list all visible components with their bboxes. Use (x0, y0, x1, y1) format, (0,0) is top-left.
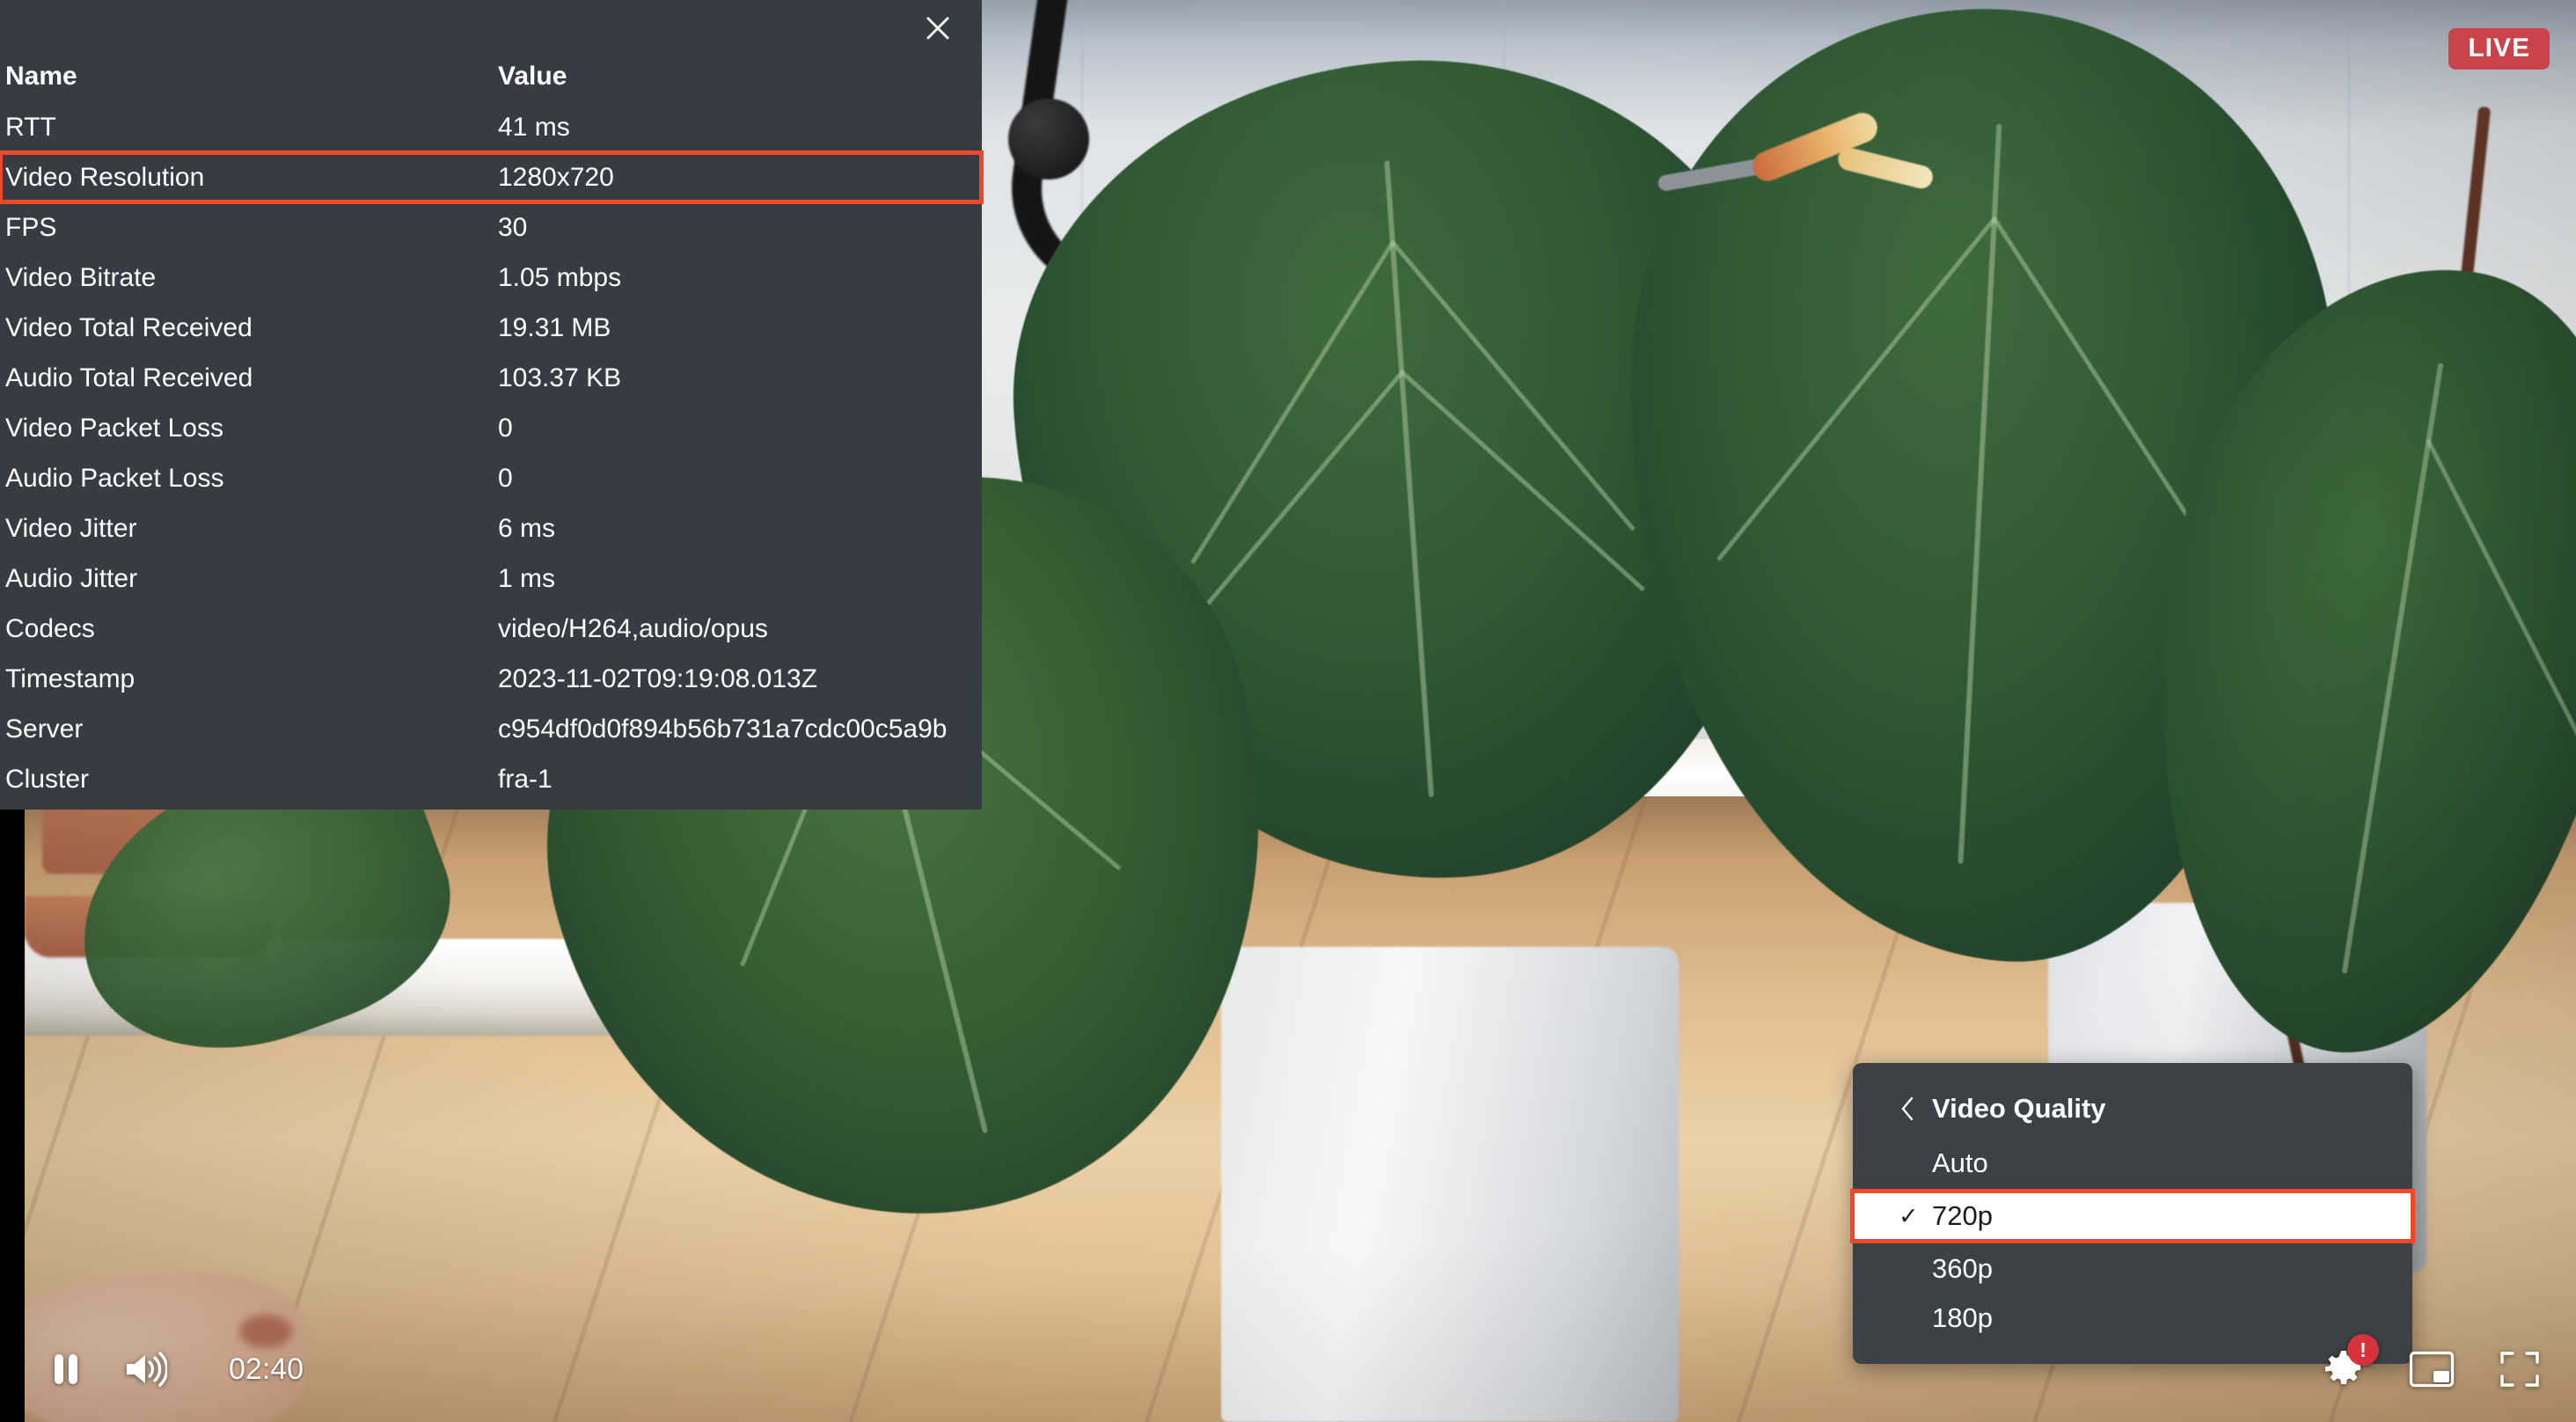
player-control-bar: 02:40 ! (0, 1316, 2576, 1422)
picture-in-picture-icon[interactable] (2409, 1351, 2455, 1388)
stat-value: 0 (498, 464, 513, 493)
stats-overlay-panel: Name Value RTT 41 ms Video Resolution 1280x… (0, 0, 984, 810)
stat-value: fra-1 (498, 765, 553, 794)
stat-value: 6 ms (498, 514, 556, 543)
control-bar-right: ! (2323, 1334, 2541, 1390)
gear-icon[interactable]: ! (2323, 1334, 2379, 1390)
stat-name: Video Bitrate (5, 263, 157, 292)
table-row: Video Jitter 6 ms (0, 503, 982, 553)
pause-icon[interactable] (51, 1352, 81, 1387)
stat-name: Server (5, 715, 84, 744)
stat-value: 1280x720 (498, 163, 614, 192)
stat-name: Audio Jitter (5, 564, 138, 593)
live-badge: LIVE (2448, 28, 2550, 70)
stat-name: RTT (5, 113, 56, 142)
quality-option-label: Auto (1932, 1147, 1988, 1178)
quality-menu-header[interactable]: Video Quality (1853, 1079, 2412, 1139)
stats-table-header-row: Name Value (0, 49, 982, 102)
table-row: Codecs video/H264,audio/opus (0, 604, 982, 654)
table-row: Audio Packet Loss 0 (0, 453, 982, 503)
stat-value: 1 ms (498, 564, 556, 593)
stat-name: Cluster (5, 765, 90, 794)
chevron-left-icon[interactable] (1899, 1096, 1916, 1122)
table-row: FPS 30 (0, 202, 982, 253)
stat-name: Codecs (5, 614, 95, 643)
quality-option-720p[interactable]: ✓ 720p (1850, 1189, 2415, 1243)
check-icon: ✓ (1899, 1202, 1919, 1229)
video-player-app: LIVE Name Value RTT 41 ms Video Resolution… (0, 0, 2576, 1422)
table-row: Cluster fra-1 (0, 754, 982, 804)
stat-value: 103.37 KB (498, 363, 622, 392)
stat-value: 1.05 mbps (498, 263, 622, 292)
table-row: Timestamp 2023-11-02T09:19:08.013Z (0, 654, 982, 704)
scene-lamp-joint (1008, 99, 1089, 180)
column-header-value: Value (498, 61, 567, 91)
stat-value: 0 (498, 414, 513, 443)
table-row: Server c954df0d0f894b56b731a7cdc00c5a9b (0, 704, 982, 754)
table-row: Audio Total Received 103.37 KB (0, 353, 982, 403)
close-icon[interactable] (917, 7, 959, 49)
stat-name: Video Jitter (5, 514, 137, 543)
playback-time: 02:40 (229, 1352, 304, 1386)
stats-table: Name Value RTT 41 ms Video Resolution 1280x… (0, 49, 984, 804)
stat-name: Audio Packet Loss (5, 464, 224, 493)
stats-table-body: RTT 41 ms Video Resolution 1280x720 FPS 30 Vid… (0, 102, 984, 804)
quality-option-auto[interactable]: Auto (1853, 1139, 2412, 1188)
stat-value: video/H264,audio/opus (498, 614, 768, 643)
stat-name: Video Resolution (5, 163, 205, 192)
stat-value: 30 (498, 213, 528, 242)
settings-alert-badge: ! (2347, 1334, 2379, 1366)
fullscreen-icon[interactable] (2499, 1349, 2541, 1389)
stat-name: Audio Total Received (5, 363, 253, 392)
table-row: Video Total Received 19.31 MB (0, 303, 982, 353)
stat-name: Timestamp (5, 664, 135, 693)
quality-option-label: 360p (1932, 1253, 1993, 1284)
table-row: Audio Jitter 1 ms (0, 553, 982, 604)
control-bar-left: 02:40 (51, 1351, 304, 1388)
quality-menu-options: Auto ✓ 720p 360p 180p (1850, 1139, 2415, 1343)
stat-name: FPS (5, 213, 57, 242)
quality-menu-title: Video Quality (1932, 1093, 2106, 1124)
stat-value: 41 ms (498, 113, 570, 142)
quality-option-label: 720p (1932, 1200, 1993, 1231)
stat-name: Video Packet Loss (5, 414, 223, 443)
stat-value: 2023-11-02T09:19:08.013Z (498, 664, 818, 693)
stat-name: Video Total Received (5, 313, 252, 342)
table-row: RTT 41 ms (0, 102, 982, 152)
stat-value: c954df0d0f894b56b731a7cdc00c5a9b (498, 715, 948, 744)
volume-high-icon[interactable] (123, 1351, 167, 1388)
stat-value: 19.31 MB (498, 313, 611, 342)
table-row: Video Packet Loss 0 (0, 403, 982, 453)
table-row: Video Resolution 1280x720 (0, 150, 984, 204)
quality-option-360p[interactable]: 360p (1853, 1244, 2412, 1294)
column-header-name: Name (5, 61, 77, 91)
table-row: Video Bitrate 1.05 mbps (0, 253, 982, 303)
